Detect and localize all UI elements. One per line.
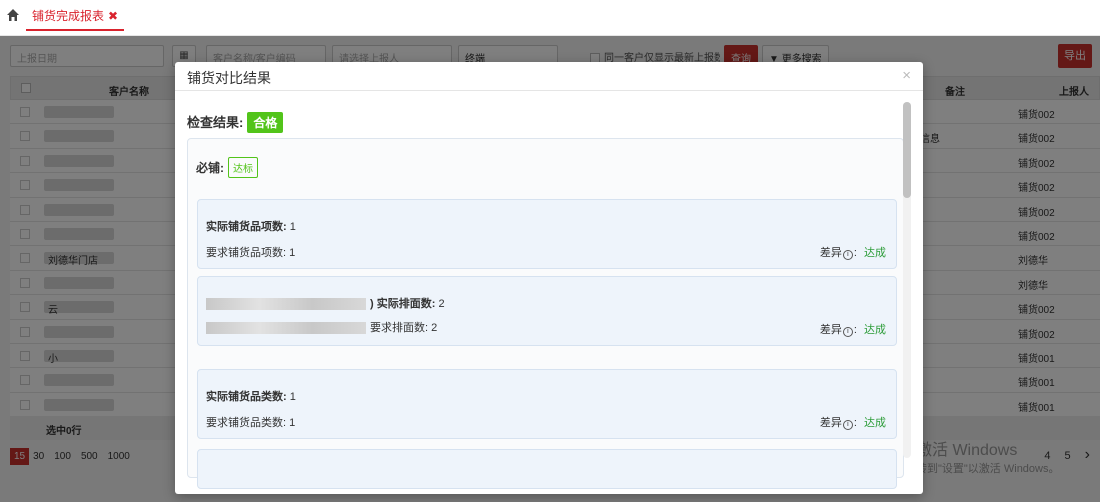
- card-item-count: 实际铺货品项数: 1 要求铺货品项数: 1 差异 i: 达成: [197, 199, 897, 269]
- required-badge: 达标: [228, 157, 258, 178]
- card-category-count: 实际铺货品类数: 1 要求铺货品类数: 1 差异 i: 达成: [197, 369, 897, 439]
- redacted-product-name: [206, 298, 366, 311]
- item-count-diff: 差异 i: 达成: [819, 247, 886, 260]
- actual-item-count: 实际铺货品项数: 1: [206, 221, 296, 233]
- required-item-count: 要求铺货品项数: 1: [206, 247, 296, 259]
- dialog-scrollbar[interactable]: [903, 102, 911, 458]
- tab-distribution-report[interactable]: 铺货完成报表 ✖: [26, 0, 125, 31]
- required-facing-count: 要求排面数: 2: [206, 319, 437, 335]
- dialog-header: 铺货对比结果 ×: [175, 62, 923, 91]
- tab-label: 铺货完成报表: [32, 9, 105, 23]
- comparison-result-dialog: 铺货对比结果 × 检查结果: 合格 必铺: 达标 实际铺货品项数: 1 要求铺货品项…: [175, 62, 923, 494]
- check-result-label: 检查结果:: [187, 115, 244, 130]
- dialog-title: 铺货对比结果: [187, 70, 271, 86]
- required-label: 必铺:: [196, 161, 224, 175]
- redacted-product-name: [206, 322, 366, 335]
- info-icon[interactable]: i: [842, 327, 853, 337]
- required-distribution-panel: 必铺: 达标 实际铺货品项数: 1 要求铺货品项数: 1 差异 i: 达成 ) 实际…: [187, 138, 904, 489]
- home-icon[interactable]: [6, 8, 20, 22]
- card-facing-count: ) 实际排面数: 2 要求排面数: 2 差异 i: 达成: [197, 276, 897, 346]
- top-tab-bar: 铺货完成报表 ✖: [0, 0, 1100, 36]
- check-result: 检查结果: 合格: [187, 112, 284, 133]
- facing-count-diff: 差异 i: 达成: [819, 324, 886, 337]
- category-count-diff: 差异 i: 达成: [819, 417, 886, 430]
- scrollbar-thumb[interactable]: [903, 102, 911, 198]
- actual-facing-count: ) 实际排面数: 2: [206, 295, 445, 311]
- info-icon[interactable]: i: [842, 420, 853, 430]
- required-category-count: 要求铺货品类数: 1: [206, 417, 296, 429]
- card-next: [197, 449, 897, 489]
- required-status: 必铺: 达标: [196, 157, 258, 178]
- close-icon[interactable]: ×: [902, 67, 911, 84]
- info-icon[interactable]: i: [842, 250, 853, 260]
- tab-close-icon[interactable]: ✖: [108, 9, 118, 23]
- actual-category-count: 实际铺货品类数: 1: [206, 391, 296, 403]
- result-badge: 合格: [247, 112, 284, 133]
